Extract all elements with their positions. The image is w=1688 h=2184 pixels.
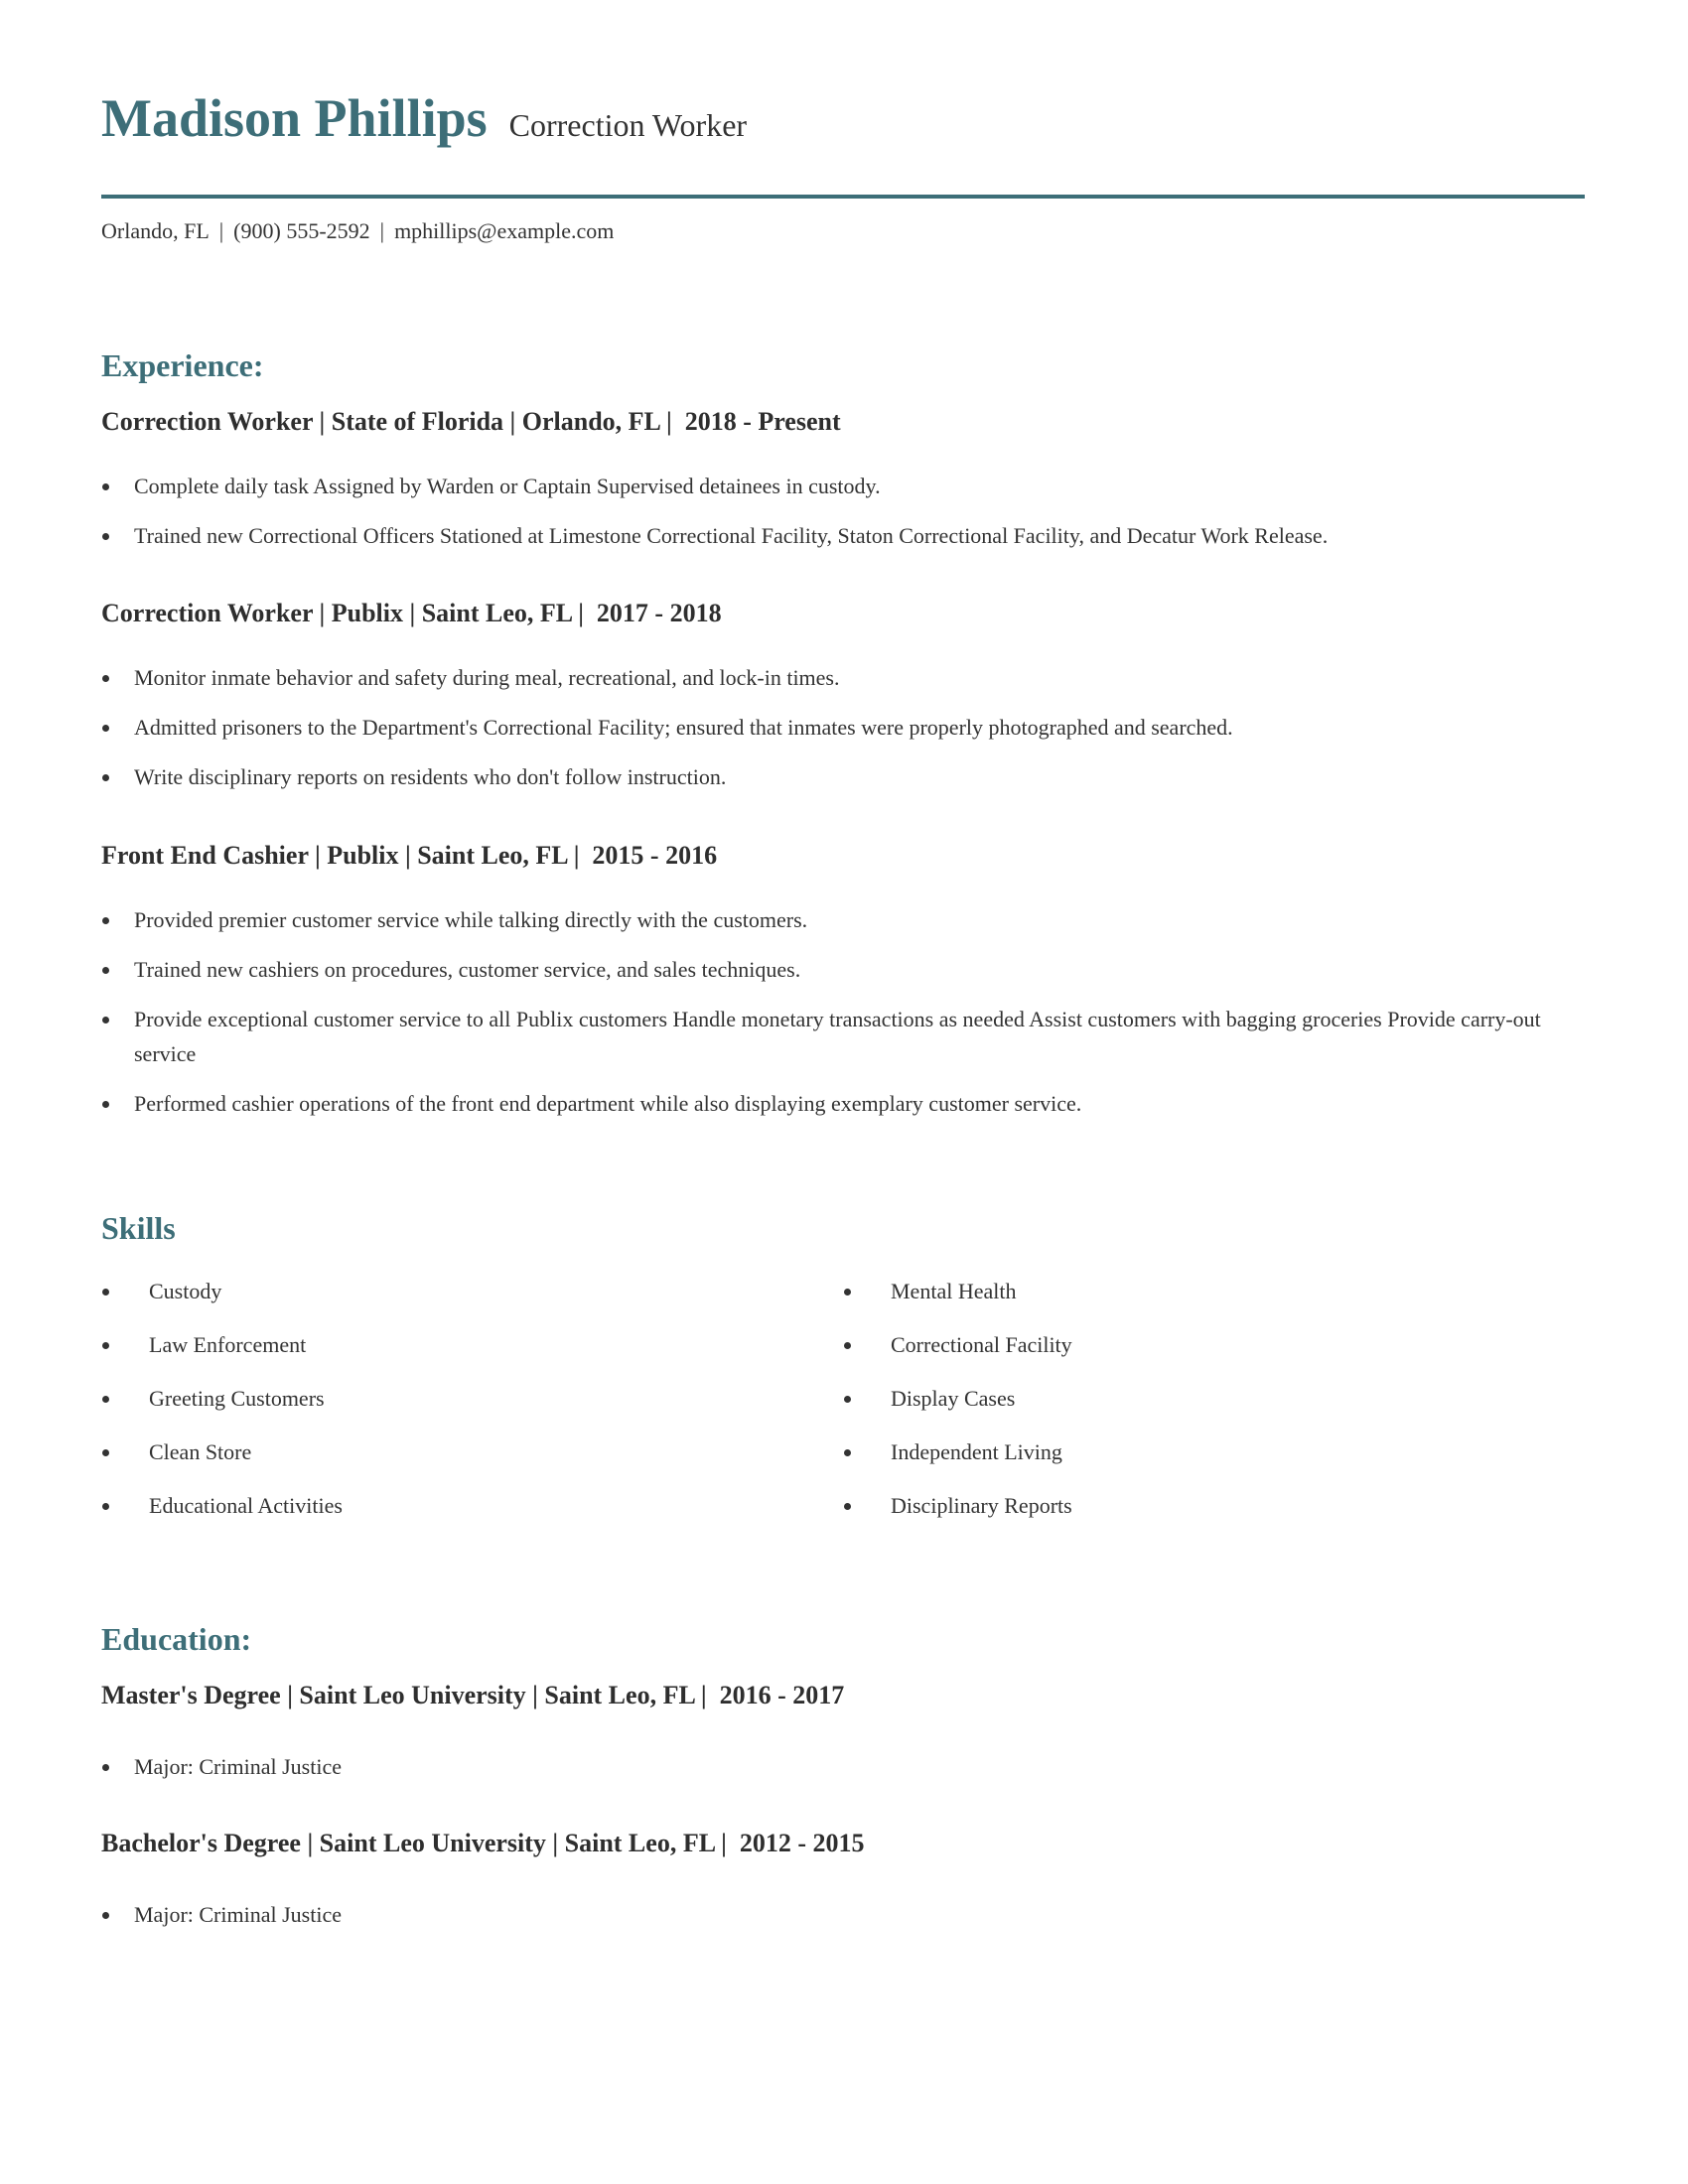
job-bullets: Provided premier customer service while … (101, 902, 1585, 1136)
skill-item: Custody (101, 1274, 343, 1308)
skill-item: Display Cases (843, 1381, 1072, 1416)
list-item: Monitor inmate behavior and safety durin… (101, 660, 1585, 695)
contact-phone: (900) 555-2592 (233, 218, 370, 243)
skill-item: Clean Store (101, 1434, 343, 1469)
list-item: Admitted prisoners to the Department's C… (101, 710, 1585, 745)
contact-location: Orlando, FL (101, 218, 210, 243)
list-item: Provided premier customer service while … (101, 902, 1585, 937)
skill-item: Independent Living (843, 1434, 1072, 1469)
contact-line: Orlando, FL | (900) 555-2592 | mphillips@exa… (101, 217, 614, 245)
skill-item: Mental Health (843, 1274, 1072, 1308)
skill-item: Correctional Facility (843, 1327, 1072, 1362)
list-item: Trained new cashiers on procedures, cust… (101, 952, 1585, 987)
contact-separator: | (379, 218, 385, 243)
job-title: Front End Cashier | Publix | Saint Leo, … (101, 841, 718, 870)
resume-page: Madison Phillips Correction Worker Orlan… (101, 0, 1585, 1927)
degree-title: Master's Degree | Saint Leo University |… (101, 1681, 845, 1709)
degree-bullets: Major: Criminal Justice (101, 1897, 1585, 1947)
skill-item: Law Enforcement (101, 1327, 343, 1362)
skills-column-right: Mental Health Correctional Facility Disp… (843, 1274, 1072, 1542)
header-divider (101, 195, 1585, 199)
skills-column-left: Custody Law Enforcement Greeting Custome… (101, 1274, 343, 1542)
skill-item: Disciplinary Reports (843, 1488, 1072, 1523)
skill-item: Educational Activities (101, 1488, 343, 1523)
candidate-name: Madison Phillips (101, 88, 488, 148)
skills-heading: Skills (101, 1210, 176, 1246)
degree-bullets: Major: Criminal Justice (101, 1749, 1585, 1799)
job-bullets: Complete daily task Assigned by Warden o… (101, 469, 1585, 568)
candidate-title: Correction Worker (508, 107, 748, 143)
job-title: Correction Worker | State of Florida | O… (101, 407, 841, 436)
list-item: Write disciplinary reports on residents … (101, 759, 1585, 794)
list-item: Performed cashier operations of the fron… (101, 1086, 1585, 1121)
job-title: Correction Worker | Publix | Saint Leo, … (101, 599, 722, 627)
contact-separator: | (218, 218, 224, 243)
resume-header: Madison Phillips Correction Worker (101, 0, 1585, 151)
list-item: Trained new Correctional Officers Statio… (101, 518, 1585, 553)
education-heading: Education: (101, 1621, 252, 1657)
list-item: Complete daily task Assigned by Warden o… (101, 469, 1585, 503)
list-item: Major: Criminal Justice (101, 1897, 1585, 1932)
job-bullets: Monitor inmate behavior and safety durin… (101, 660, 1585, 809)
list-item: Major: Criminal Justice (101, 1749, 1585, 1784)
degree-title: Bachelor's Degree | Saint Leo University… (101, 1829, 865, 1857)
contact-email[interactable]: mphillips@example.com (394, 218, 614, 243)
skill-item: Greeting Customers (101, 1381, 343, 1416)
list-item: Provide exceptional customer service to … (101, 1002, 1585, 1071)
experience-heading: Experience: (101, 347, 264, 383)
